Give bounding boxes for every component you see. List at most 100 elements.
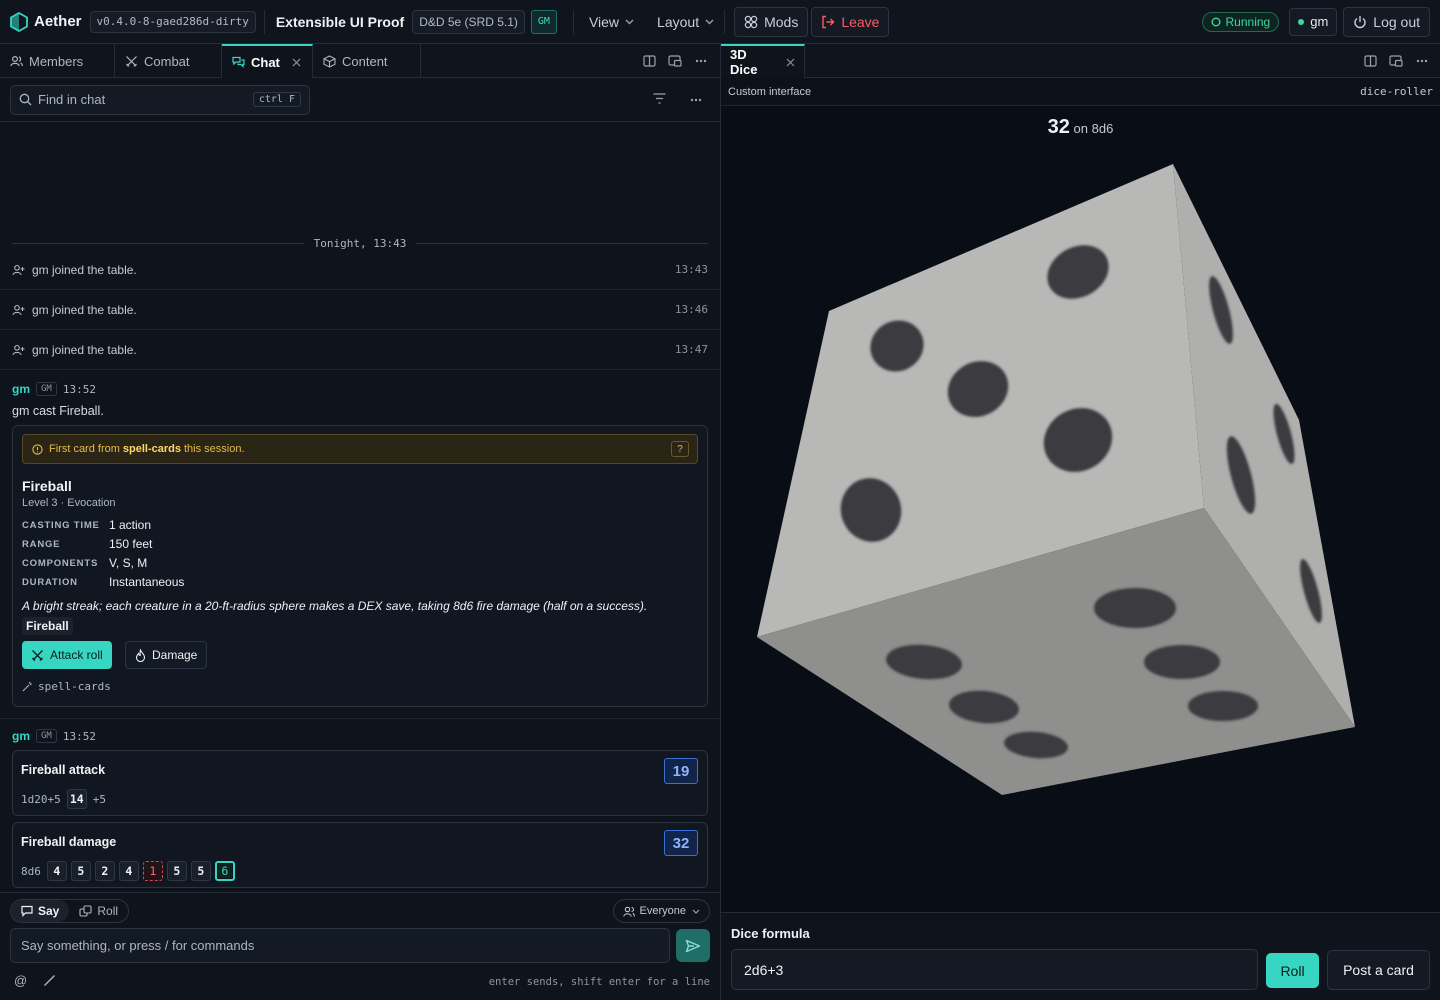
pop-out-icon[interactable] <box>662 55 688 67</box>
speech-bubble-icon <box>21 905 33 917</box>
filter-icon[interactable] <box>653 93 666 104</box>
say-mode-button[interactable]: Say <box>11 900 70 922</box>
exit-icon <box>821 15 835 29</box>
search-shortcut: ctrl F <box>252 92 301 107</box>
property-value: V, S, M <box>109 556 148 570</box>
flame-icon <box>135 648 146 662</box>
roll-formula: 1d20+5 <box>21 792 61 806</box>
tab-members[interactable]: Members <box>0 44 115 78</box>
info-icon <box>32 443 43 455</box>
composer-hint: enter sends, shift enter for a line <box>488 976 710 988</box>
tab-content-label: Content <box>342 53 388 69</box>
attack-roll-button[interactable]: Attack roll <box>22 641 112 669</box>
chat-icon <box>232 56 245 68</box>
system-message: gm joined the table. 13:47 <box>0 330 720 370</box>
close-icon[interactable] <box>786 58 795 67</box>
view-menu-label: View <box>588 13 620 30</box>
package-icon <box>323 54 336 68</box>
message-author[interactable]: gm <box>12 382 30 396</box>
dice-3d-viewport[interactable] <box>721 144 1440 910</box>
role-badge: GM <box>530 9 557 34</box>
search-input[interactable]: Find in chat ctrl F <box>10 84 310 115</box>
logout-button[interactable]: Log out <box>1343 6 1430 37</box>
roll-formula: 8d6 <box>21 864 41 878</box>
formula-label: Dice formula <box>731 926 810 941</box>
tab-3d-dice[interactable]: 3D Dice <box>721 44 805 78</box>
notice-prefix: First card from <box>49 443 120 455</box>
user-menu[interactable]: gm <box>1289 7 1338 36</box>
dice-3d-icon <box>757 164 1355 795</box>
pop-out-icon[interactable] <box>1383 55 1409 67</box>
attack-roll-label: Attack roll <box>50 648 103 662</box>
first-card-notice: First card from spell-cards this session… <box>22 434 698 464</box>
roll-result-formula: on 8d6 <box>1073 121 1114 136</box>
system-message-text: gm joined the table. <box>32 342 137 357</box>
formula-input[interactable]: 2d6+3 <box>731 949 1258 990</box>
property-value: 150 feet <box>109 537 153 551</box>
property-key: RANGE <box>22 538 61 550</box>
more-icon[interactable] <box>688 59 714 63</box>
message-header: gm GM 13:52 <box>12 382 96 396</box>
user-join-icon <box>12 304 25 316</box>
role-badge: GM <box>36 729 57 743</box>
die-result: 4 <box>118 861 139 881</box>
split-view-icon[interactable] <box>636 55 662 67</box>
roll-mode-button[interactable]: Roll <box>69 900 128 922</box>
search-placeholder: Find in chat <box>38 92 106 107</box>
more-icon[interactable] <box>1409 59 1435 63</box>
die-result: 14 <box>66 789 87 809</box>
left-tab-bar: Members Combat Chat Content <box>0 44 720 78</box>
say-label: Say <box>38 904 60 918</box>
chat-composer: Say Roll Everyone Say something, or pres… <box>0 892 720 1000</box>
system-message-text: gm joined the table. <box>32 302 137 317</box>
more-icon[interactable] <box>690 98 702 102</box>
panel-subheader: Custom interface dice-roller <box>721 78 1440 106</box>
card-source: spell-cards <box>22 680 111 693</box>
roll-button[interactable]: Roll <box>1266 953 1319 988</box>
card-source-label: spell-cards <box>38 680 111 693</box>
tab-combat[interactable]: Combat <box>115 44 222 78</box>
roll-breakdown: 8d6 4 5 2 4 1 5 5 6 <box>21 861 235 881</box>
view-menu[interactable]: View <box>589 14 634 30</box>
slash-command-button[interactable] <box>43 974 56 987</box>
chevron-down-icon <box>625 19 634 25</box>
close-icon[interactable] <box>292 58 301 67</box>
damage-button[interactable]: Damage <box>125 641 208 669</box>
wand-icon <box>22 681 33 692</box>
swords-icon <box>31 649 44 662</box>
message-author[interactable]: gm <box>12 729 30 743</box>
search-icon <box>19 93 32 106</box>
die-result: 2 <box>94 861 115 881</box>
spell-card: First card from spell-cards this session… <box>12 425 708 707</box>
tab-chat[interactable]: Chat <box>222 44 313 78</box>
roll-card: Fireball attack 19 1d20+5 14 +5 <box>12 750 708 816</box>
post-card-button[interactable]: Post a card <box>1327 950 1430 990</box>
mention-button[interactable]: @ <box>14 973 27 988</box>
campaign-title: Extensible UI Proof <box>275 13 405 30</box>
panel-actions <box>636 44 714 78</box>
brand[interactable]: Aether <box>10 11 82 32</box>
roll-modifier: +5 <box>92 792 106 806</box>
roll-total: 19 <box>664 758 698 784</box>
leave-button[interactable]: Leave <box>811 6 890 37</box>
power-icon <box>1353 15 1367 29</box>
chat-input[interactable]: Say something, or press / for commands <box>10 928 670 963</box>
mods-button[interactable]: Mods <box>734 6 809 37</box>
tab-content[interactable]: Content <box>313 44 421 78</box>
divider <box>572 9 574 34</box>
system-message-time: 13:46 <box>674 303 708 316</box>
layout-menu[interactable]: Layout <box>657 14 714 30</box>
user-join-icon <box>12 264 25 276</box>
system-message-text: gm joined the table. <box>32 262 137 277</box>
send-button[interactable] <box>676 929 710 962</box>
help-button[interactable]: ? <box>671 441 689 457</box>
roll-title: Fireball damage <box>21 835 117 849</box>
aether-logo-icon <box>10 11 28 32</box>
damage-label: Damage <box>152 648 198 662</box>
divider <box>263 9 265 34</box>
split-view-icon[interactable] <box>1357 55 1383 67</box>
die-result: 5 <box>166 861 187 881</box>
separator-label: Tonight, 13:43 <box>313 237 407 250</box>
audience-value: Everyone <box>639 905 686 917</box>
audience-select[interactable]: Everyone <box>612 899 710 923</box>
